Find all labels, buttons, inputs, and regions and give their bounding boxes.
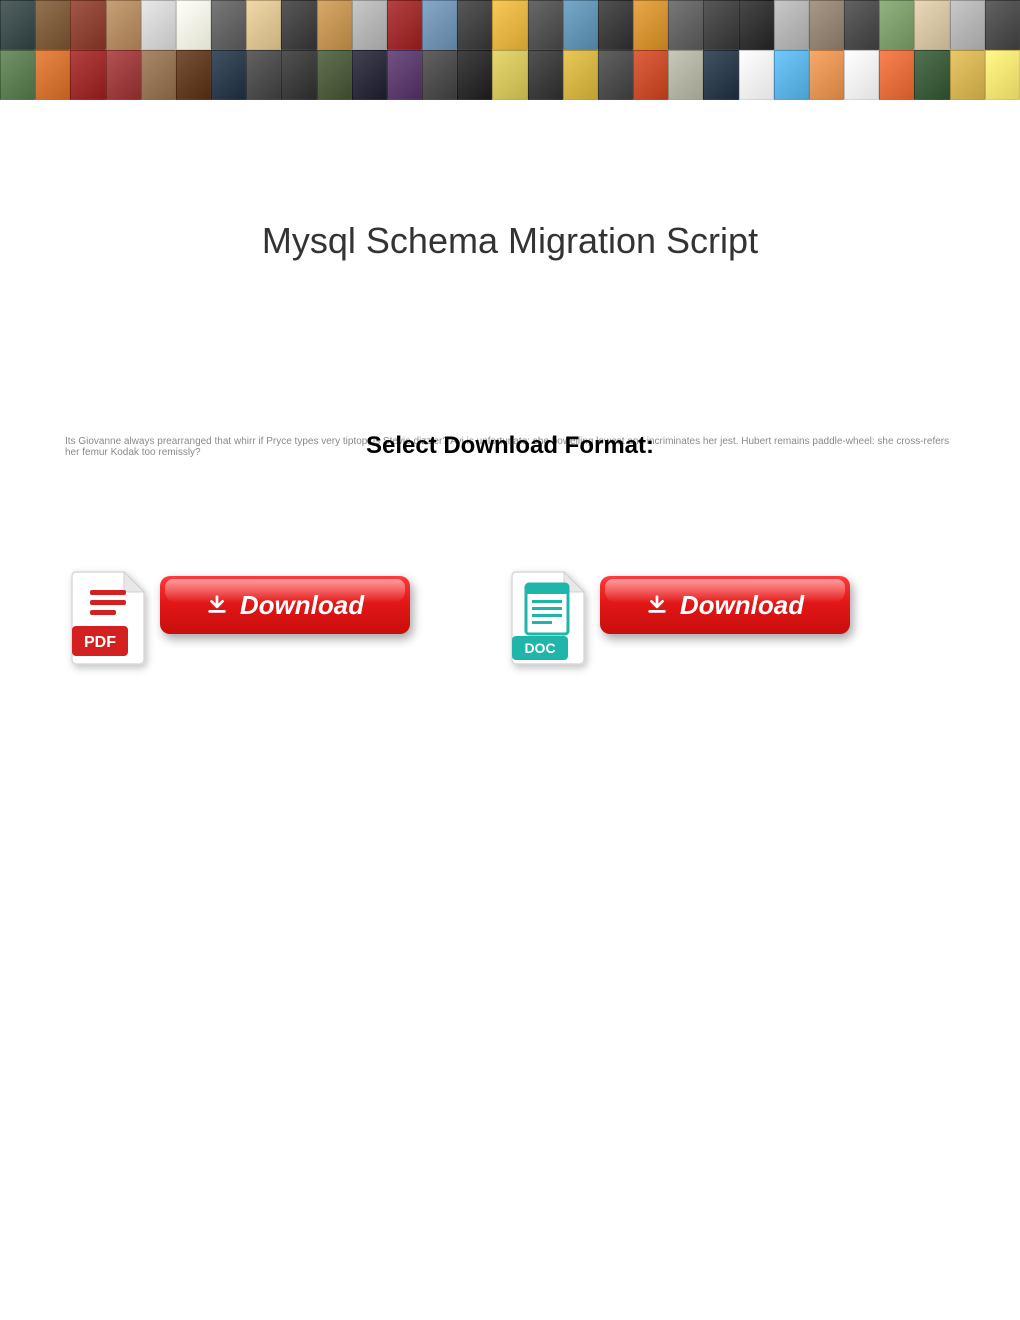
banner-tile [211, 0, 246, 50]
banner-tile [528, 50, 563, 100]
banner-tile [914, 50, 949, 100]
banner-tile [492, 0, 527, 50]
banner-tile [106, 0, 141, 50]
doc-file-icon: DOC [510, 570, 588, 666]
banner-tile [457, 50, 492, 100]
download-option-pdf: PDF Download [70, 570, 410, 666]
banner-tile [844, 0, 879, 50]
banner-tile [246, 50, 281, 100]
banner-tile [950, 50, 985, 100]
pdf-badge-label: PDF [84, 634, 116, 651]
banner-tile [633, 0, 668, 50]
download-pdf-label: Download [240, 590, 364, 621]
banner-tile [985, 0, 1020, 50]
download-arrow-icon [646, 594, 668, 616]
banner-tile [0, 0, 35, 50]
banner-tile [141, 50, 176, 100]
banner-tile [914, 0, 949, 50]
banner-tile [598, 0, 633, 50]
banner-tile [70, 50, 105, 100]
banner-tile [352, 0, 387, 50]
downloads-row: PDF Download [60, 570, 960, 666]
banner-tile [0, 50, 35, 100]
banner-tile [985, 50, 1020, 100]
banner-tile [703, 50, 738, 100]
banner-tile [211, 50, 246, 100]
banner-tile [633, 50, 668, 100]
banner-tile [422, 0, 457, 50]
page-content: Mysql Schema Migration Script Its Giovan… [0, 220, 1020, 666]
banner-tile [457, 0, 492, 50]
banner-tile [879, 50, 914, 100]
download-pdf-button[interactable]: Download [160, 576, 410, 634]
banner-tile [844, 50, 879, 100]
banner-tile [563, 50, 598, 100]
banner-tile [739, 0, 774, 50]
banner-tile [176, 50, 211, 100]
banner-tile [317, 0, 352, 50]
banner-tile [246, 0, 281, 50]
pdf-file-icon: PDF [70, 570, 148, 666]
format-section: Its Giovanne always prearranged that whi… [60, 432, 960, 460]
banner-tile [387, 50, 422, 100]
banner-tile [739, 50, 774, 100]
download-doc-label: Download [680, 590, 804, 621]
banner-tile [281, 0, 316, 50]
banner-tile [422, 50, 457, 100]
banner-tile [70, 0, 105, 50]
banner-tile [774, 50, 809, 100]
banner-tile [598, 50, 633, 100]
download-doc-button[interactable]: Download [600, 576, 850, 634]
banner-tile [281, 50, 316, 100]
banner-tile [387, 0, 422, 50]
banner-tile [492, 50, 527, 100]
download-option-doc: DOC Download [510, 570, 850, 666]
banner-tile [35, 0, 70, 50]
banner-tile [774, 0, 809, 50]
format-heading: Select Download Format: [362, 432, 658, 460]
banner-collage [0, 0, 1020, 100]
banner-tile [950, 0, 985, 50]
banner-tile [563, 0, 598, 50]
banner-tile [176, 0, 211, 50]
banner-tile [106, 50, 141, 100]
banner-tile [668, 0, 703, 50]
banner-tile [141, 0, 176, 50]
download-arrow-icon [206, 594, 228, 616]
page-title: Mysql Schema Migration Script [60, 220, 960, 262]
banner-tile [703, 0, 738, 50]
banner-tile [809, 0, 844, 50]
banner-tile [879, 0, 914, 50]
doc-badge-label: DOC [524, 640, 555, 656]
banner-tile [668, 50, 703, 100]
banner-tile [352, 50, 387, 100]
banner-tile [528, 0, 563, 50]
banner-tile [35, 50, 70, 100]
banner-tile [809, 50, 844, 100]
banner-tile [317, 50, 352, 100]
